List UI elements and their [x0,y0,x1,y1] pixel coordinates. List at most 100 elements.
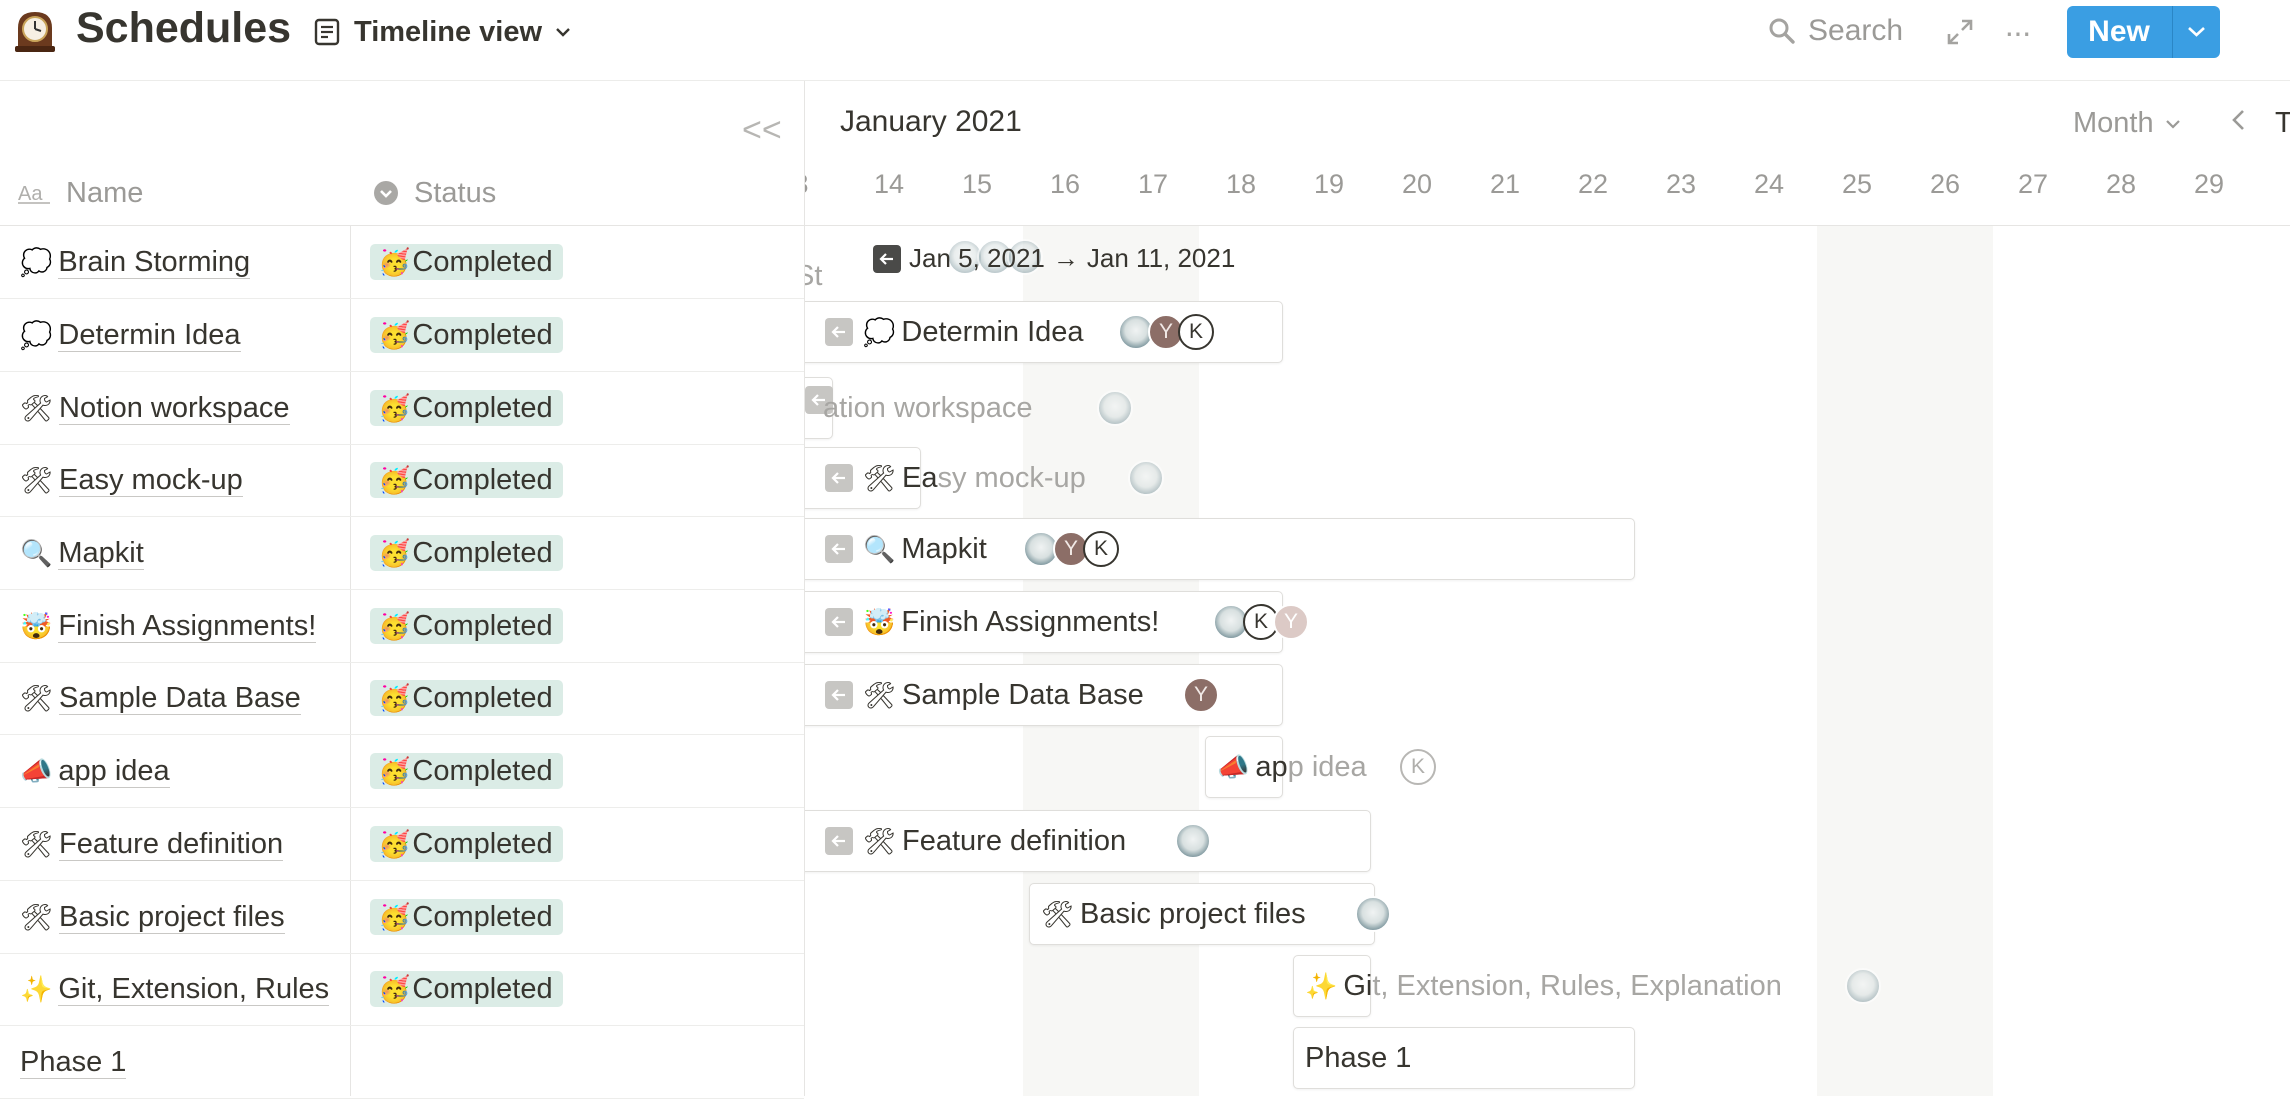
row-name[interactable]: 🔍 Mapkit [20,517,350,589]
bar-emoji: ✨ [1305,970,1338,1001]
row-name[interactable]: 🛠 Notion workspace [20,372,350,444]
timeline-bar-label[interactable]: 🤯 Finish Assignments! [863,591,1159,653]
row-name[interactable]: 💭 Determin Idea [20,299,350,371]
bar-title: Feature definition [902,824,1127,857]
status-badge[interactable]: 🥳 Completed [370,753,563,789]
view-switcher[interactable]: Timeline view [312,14,572,50]
status-badge[interactable]: 🥳 Completed [370,244,563,280]
timeline-bar-label[interactable]: 💭 Determin Idea [863,301,1084,363]
bar-title: Sample Data Base [902,678,1144,711]
avatar [1355,896,1391,932]
timeline-header-divider [805,225,2290,226]
today-button[interactable]: T [2275,107,2290,140]
weekend-column [1817,226,1993,1096]
status-text: Completed [412,827,553,860]
status-emoji: 🥳 [378,973,411,1004]
table-row[interactable]: ✨ Git, Extension, Rules 🥳 Completed [0,953,804,1026]
previous-period-button[interactable] [2229,105,2249,143]
row-name[interactable]: 🛠 Feature definition [20,808,350,880]
status-badge[interactable]: 🥳 Completed [370,608,563,644]
row-name[interactable]: 🛠 Sample Data Base [20,662,350,734]
status-badge[interactable]: 🥳 Completed [370,317,563,353]
more-options-button[interactable]: ··· [2004,14,2032,51]
table-row[interactable]: 💭 Brain Storming 🥳 Completed [0,226,804,299]
status-badge[interactable]: 🥳 Completed [370,390,563,426]
timescale-select[interactable]: Month [2073,107,2182,140]
row-name[interactable]: Phase 1 [20,1026,350,1098]
timeline-bar-label[interactable]: 🛠 Feature definition [863,810,1126,872]
bar-emoji: 📣 [1217,751,1250,782]
table-row[interactable]: 🤯 Finish Assignments! 🥳 Completed [0,590,804,663]
chevron-down-icon [556,28,570,37]
row-name[interactable]: 🛠 Basic project files [20,881,350,953]
arrow-left-icon[interactable] [825,535,853,563]
new-dropdown-button[interactable] [2173,6,2220,58]
table-row[interactable]: 📣 app idea 🥳 Completed [0,735,804,808]
table-row[interactable]: 🛠 Basic project files 🥳 Completed [0,881,804,954]
table-row[interactable]: 💭 Determin Idea 🥳 Completed [0,299,804,372]
name-column-header[interactable]: Aa Name [18,169,143,217]
table-row[interactable]: 🛠 Feature definition 🥳 Completed [0,808,804,881]
row-title: Easy mock-up [59,463,243,497]
row-name[interactable]: 📣 app idea [20,735,350,807]
status-badge[interactable]: 🥳 Completed [370,680,563,716]
avatar: Y [1273,604,1309,640]
arrow-left-icon[interactable] [825,827,853,855]
new-button[interactable]: New [2067,6,2171,58]
name-header-label: Name [66,176,144,209]
arrow-left-icon[interactable] [825,464,853,492]
table-row[interactable]: 🔍 Mapkit 🥳 Completed [0,517,804,590]
avatar [1175,823,1211,859]
timeline-bar-label[interactable]: 📣 ap p idea [1217,736,1367,798]
table-row[interactable]: 🛠 Notion workspace 🥳 Completed [0,372,804,445]
status-badge[interactable]: 🥳 Completed [370,462,563,498]
row-emoji: 🛠 [20,828,54,859]
timeline-bar-label[interactable]: 🛠 Sample Data Base [863,664,1144,726]
day-label: 16 [1049,169,1081,199]
timeline-bar-label[interactable]: ✨ Gi t, Extension, Rules, Explanation [1305,955,1782,1017]
day-label: 18 [1225,169,1257,199]
timeline-bar-label[interactable]: 🛠 Ea sy mock-up [863,447,1086,509]
timeline-bar-label[interactable]: 🛠 Basic project files [1041,883,1306,945]
status-text: Completed [412,609,553,642]
status-emoji: 🥳 [378,682,411,713]
row-name[interactable]: 💭 Brain Storming [20,226,350,298]
mantel-clock-icon[interactable] [12,8,58,54]
status-badge[interactable]: 🥳 Completed [370,971,563,1007]
status-badge[interactable]: 🥳 Completed [370,899,563,935]
row-name[interactable]: 🤯 Finish Assignments! [20,590,350,662]
timeline-bar-label[interactable]: St [805,245,822,307]
month-label: January 2021 [840,105,1022,138]
row-name[interactable]: 🛠 Easy mock-up [20,444,350,516]
expand-icon[interactable] [1944,16,1976,48]
bar-title-overflow: p idea [1287,750,1367,783]
table-row[interactable]: 🛠 Sample Data Base 🥳 Completed [0,662,804,735]
timeline-bar-label[interactable]: 🔍 Mapkit [863,518,987,580]
search-button[interactable]: Search [1768,14,1903,48]
avatar: K [1178,314,1214,350]
arrow-left-icon[interactable] [825,318,853,346]
day-label: 20 [1401,169,1433,199]
bar-emoji: 🛠 [863,825,897,856]
row-title: Finish Assignments! [58,609,317,643]
arrow-left-icon[interactable] [825,608,853,636]
day-label: 17 [1137,169,1169,199]
arrow-left-icon[interactable] [873,244,901,273]
bar-emoji: 🤯 [863,606,896,637]
timeline-bar-label[interactable]: ation workspace [823,377,1033,439]
timeline-bar-label[interactable]: Phase 1 [1305,1027,1411,1089]
bar-title: Mapkit [901,532,987,565]
status-column-header[interactable]: Status [372,169,496,217]
arrow-left-icon[interactable] [825,681,853,709]
status-text: Completed [412,391,553,424]
table-row[interactable]: 🛠 Easy mock-up 🥳 Completed [0,444,804,517]
status-emoji: 🥳 [378,610,411,641]
status-badge[interactable]: 🥳 Completed [370,826,563,862]
day-label: 25 [1841,169,1873,199]
row-emoji: 💭 [20,246,53,277]
status-badge[interactable]: 🥳 Completed [370,535,563,571]
collapse-table-button[interactable]: << [742,111,782,150]
row-name[interactable]: ✨ Git, Extension, Rules [20,953,350,1025]
table-row[interactable]: Phase 1 [0,1026,804,1099]
status-emoji: 🥳 [378,755,411,786]
